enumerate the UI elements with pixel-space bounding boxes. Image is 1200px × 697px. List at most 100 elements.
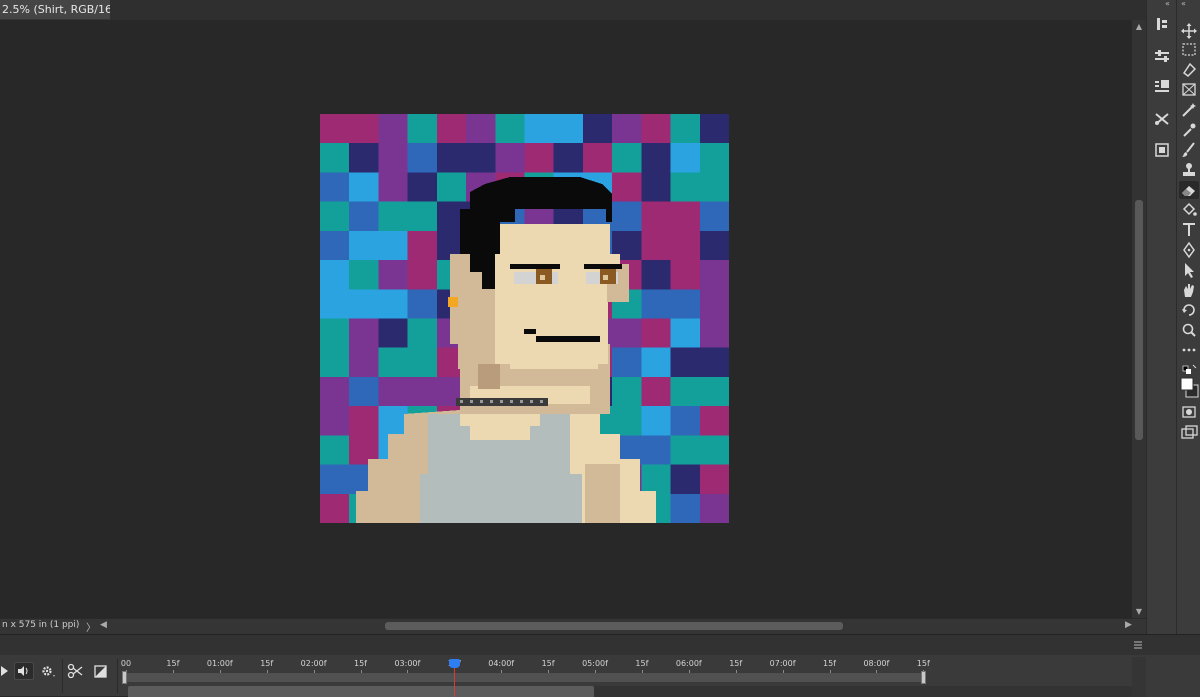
- type-icon[interactable]: [1179, 221, 1199, 239]
- play-button[interactable]: [0, 662, 14, 680]
- mosaic-tile: [699, 464, 729, 495]
- mosaic-tile: [699, 406, 729, 436]
- mosaic-tile: [349, 230, 379, 261]
- choker-studs: [460, 400, 543, 403]
- mosaic-tile: [495, 114, 525, 144]
- properties-icon[interactable]: [1153, 78, 1171, 94]
- more-tools-icon[interactable]: [1179, 341, 1199, 359]
- path-select-icon[interactable]: [1179, 261, 1199, 279]
- timeline-menu-icon[interactable]: [1133, 640, 1143, 650]
- screen-mode-icon[interactable]: [1179, 423, 1199, 441]
- ruler-tick-label: 15f: [729, 659, 743, 668]
- scroll-right-icon[interactable]: ▶: [1125, 620, 1132, 630]
- mosaic-tile: [320, 114, 350, 144]
- playhead-line: [454, 668, 455, 697]
- settings-gear-icon[interactable]: [38, 662, 58, 680]
- scroll-up-icon[interactable]: ▲: [1132, 22, 1146, 31]
- mosaic-tile: [407, 172, 438, 203]
- move-icon[interactable]: [1179, 22, 1199, 40]
- playhead-handle[interactable]: [449, 659, 460, 668]
- mosaic-tile: [641, 143, 672, 173]
- tools-panel: «: [1176, 0, 1200, 634]
- rotate-view-icon[interactable]: [1179, 301, 1199, 319]
- timeline-vertical-scrollbar[interactable]: [1132, 657, 1146, 697]
- empty-track-area: [594, 686, 1146, 697]
- choker-stud: [540, 400, 543, 403]
- mosaic-tile: [699, 435, 729, 466]
- timeline-divider: [117, 659, 118, 693]
- collar-skin: [470, 426, 530, 440]
- zoom-icon[interactable]: [1179, 321, 1199, 339]
- mosaic-tile: [320, 260, 350, 290]
- mosaic-tile: [378, 289, 409, 319]
- brush-icon[interactable]: [1179, 141, 1199, 159]
- mosaic-tile: [670, 172, 701, 203]
- mosaic-tile: [670, 318, 701, 349]
- vertical-scroll-thumb[interactable]: [1135, 200, 1143, 440]
- mosaic-tile: [320, 318, 350, 349]
- mosaic-tile: [699, 143, 729, 173]
- magic-wand-icon[interactable]: [1179, 101, 1199, 119]
- mosaic-tile: [641, 172, 672, 203]
- work-area-bar[interactable]: [122, 671, 926, 684]
- canvas-area[interactable]: [0, 20, 1132, 618]
- mosaic-tile: [612, 114, 642, 144]
- mosaic-tile: [670, 376, 701, 407]
- eraser-icon[interactable]: [1179, 181, 1199, 199]
- scroll-down-icon[interactable]: ▼: [1132, 607, 1146, 616]
- mosaic-tile: [699, 376, 729, 407]
- mute-audio-button[interactable]: [14, 662, 34, 680]
- marquee-icon[interactable]: [1179, 41, 1199, 59]
- document-tab[interactable]: 2.5% (Shirt, RGB/16#) * ×: [0, 0, 149, 20]
- eyedropper-icon[interactable]: [1179, 121, 1199, 139]
- status-menu-arrow-icon[interactable]: 〉: [86, 619, 96, 634]
- clone-stamp-icon[interactable]: [1179, 161, 1199, 179]
- mosaic-tile: [349, 347, 379, 378]
- hand-icon[interactable]: [1179, 281, 1199, 299]
- mosaic-tile: [699, 347, 729, 378]
- work-area-start-handle[interactable]: [122, 671, 127, 684]
- mosaic-tile: [670, 406, 701, 436]
- work-area-end-handle[interactable]: [921, 671, 926, 684]
- adjustments-icon[interactable]: [1153, 48, 1171, 64]
- head-shadow-dark: [478, 364, 500, 389]
- mosaic-tile: [699, 230, 729, 261]
- timeline-panel: 00 15f 01:00f 15f 02:00f 15f 03:00f 15f 04:00f 15…: [0, 634, 1200, 697]
- mosaic-tile: [407, 260, 438, 290]
- transition-icon[interactable]: [91, 662, 111, 680]
- artwork-canvas[interactable]: [320, 114, 729, 523]
- canvas-vertical-scrollbar[interactable]: ▲ ▼: [1132, 20, 1146, 618]
- mosaic-tile: [670, 289, 701, 319]
- mosaic-tile: [407, 143, 438, 173]
- document-size-readout: n x 575 in (1 ppi): [2, 620, 80, 630]
- timeline-right-area: [1146, 655, 1200, 697]
- crop-icon[interactable]: [1179, 81, 1199, 99]
- ruler-tick-label: 15f: [354, 659, 367, 668]
- quick-mask-icon[interactable]: [1179, 403, 1199, 421]
- layers-panel-icon[interactable]: [1153, 142, 1171, 158]
- mosaic-tile: [670, 114, 701, 144]
- collapse-dock-icon[interactable]: «: [1165, 0, 1170, 8]
- history-icon[interactable]: [1153, 16, 1171, 32]
- mosaic-tile: [349, 143, 379, 173]
- mosaic-tile: [641, 406, 672, 436]
- mosaic-tile: [407, 289, 438, 319]
- mosaic-tile: [407, 201, 438, 232]
- layer-track-clip[interactable]: [128, 686, 594, 697]
- scroll-left-icon[interactable]: ◀: [100, 620, 107, 630]
- split-at-playhead-icon[interactable]: [66, 662, 86, 680]
- horizontal-scroll-thumb[interactable]: [385, 622, 843, 630]
- mosaic-tile: [612, 406, 642, 436]
- mosaic-tile: [612, 347, 642, 378]
- pen-icon[interactable]: [1179, 241, 1199, 259]
- mosaic-tile: [670, 347, 701, 378]
- paint-bucket-icon[interactable]: [1179, 201, 1199, 219]
- mosaic-tile: [349, 406, 379, 436]
- tab-bar: [110, 0, 1146, 20]
- foreground-color-swatch[interactable]: [1179, 376, 1199, 398]
- left-eyebrow: [510, 264, 560, 269]
- lasso-icon[interactable]: [1179, 61, 1199, 79]
- collapse-tools-icon[interactable]: «: [1181, 0, 1186, 8]
- brush-settings-icon[interactable]: [1153, 111, 1171, 127]
- mosaic-tile: [320, 143, 350, 173]
